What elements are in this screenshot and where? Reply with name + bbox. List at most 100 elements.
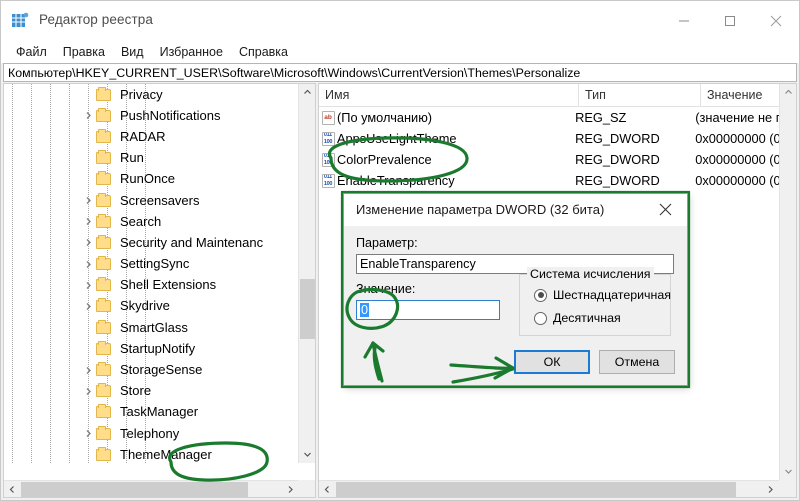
tree-item-startupnotify[interactable]: StartupNotify (4, 338, 299, 359)
tree-item-radar[interactable]: RADAR (4, 126, 299, 147)
folder-icon (96, 171, 113, 186)
value-row[interactable]: ab(По умолчанию) REG_SZ (значение не при (319, 107, 779, 128)
tree-item-taskmanager[interactable]: TaskManager (4, 402, 299, 423)
close-icon[interactable] (753, 1, 799, 41)
chevron-right-icon[interactable] (80, 383, 96, 399)
scroll-left-icon[interactable] (4, 481, 21, 498)
chevron-placeholder (80, 341, 96, 357)
folder-icon (96, 86, 113, 102)
tree-horizontal-scrollbar[interactable] (4, 480, 299, 497)
tree-item-run[interactable]: Run (4, 148, 299, 169)
column-header-name[interactable]: Имя (319, 84, 579, 107)
value-input[interactable]: 0 (356, 300, 500, 320)
value-type: REG_DWORD (575, 152, 660, 167)
folder-icon (96, 213, 113, 229)
address-bar[interactable]: Компьютер\HKEY_CURRENT_USER\Software\Mic… (3, 63, 797, 82)
menu-file[interactable]: Файл (8, 43, 55, 61)
tree-vertical-scrollbar[interactable] (298, 84, 315, 463)
values-scroll-up-icon[interactable] (780, 84, 796, 101)
values-vertical-scrollbar[interactable] (779, 84, 796, 480)
value-name: ColorPrevalence (337, 152, 432, 167)
radio-decimal-label: Десятичная (553, 311, 621, 325)
folder-icon (96, 298, 113, 313)
tree-hscroll-thumb[interactable] (21, 481, 248, 497)
scroll-up-icon[interactable] (299, 84, 315, 101)
chevron-right-icon[interactable] (80, 214, 96, 230)
column-header-value[interactable]: Значение (701, 84, 779, 107)
maximize-button[interactable] (707, 1, 753, 41)
value-input-text: 0 (360, 303, 370, 317)
tree-item-store[interactable]: Store (4, 381, 299, 402)
registry-tree[interactable]: Privacy PushNotifications RADAR Run RunOnce S… (4, 84, 299, 463)
tree-item-runonce[interactable]: RunOnce (4, 169, 299, 190)
value-type: REG_SZ (575, 110, 627, 125)
chevron-placeholder (80, 129, 96, 145)
values-scroll-down-icon[interactable] (780, 463, 796, 480)
chevron-right-icon[interactable] (80, 298, 96, 314)
tree-item-label: Screensavers (120, 192, 200, 208)
string-value-icon: ab (321, 110, 335, 125)
value-row[interactable]: 011 100 EnableTransparency REG_DWORD 0x00000… (319, 170, 779, 191)
values-horizontal-scrollbar[interactable] (319, 480, 779, 497)
menu-edit[interactable]: Правка (55, 43, 113, 61)
chevron-placeholder (80, 320, 96, 336)
chevron-placeholder (80, 404, 96, 420)
value-type: REG_DWORD (575, 131, 660, 146)
registry-editor-window: Редактор реестра Файл Правка Вид Избранн… (0, 0, 800, 501)
tree-item-label: SettingSync (120, 256, 190, 272)
radio-hexadecimal[interactable]: Шестнадцатеричная (534, 288, 671, 302)
tree-item-label: Run (120, 150, 144, 166)
scroll-down-icon[interactable] (299, 446, 315, 463)
chevron-right-icon[interactable] (80, 256, 96, 272)
tree-item-label: Search (120, 213, 162, 229)
minimize-button[interactable] (661, 1, 707, 41)
values-list[interactable]: ab(По умолчанию) REG_SZ (значение не при 01… (319, 107, 779, 191)
tree-item-settingsync[interactable]: SettingSync (4, 254, 299, 275)
tree-item-shell-extensions[interactable]: Shell Extensions (4, 275, 299, 296)
values-scroll-left-icon[interactable] (319, 481, 336, 498)
folder-icon (96, 256, 113, 271)
chevron-right-icon[interactable] (80, 426, 96, 442)
dialog-close-icon[interactable] (643, 194, 687, 225)
values-hscroll-thumb[interactable] (336, 481, 736, 497)
chevron-right-icon[interactable] (80, 193, 96, 209)
registry-editor-icon (12, 12, 29, 29)
cancel-button[interactable]: Отмена (599, 350, 675, 374)
value-row[interactable]: 011 100 ColorPrevalence REG_DWORD 0x00000000… (319, 149, 779, 170)
column-header-type[interactable]: Тип (579, 84, 701, 107)
menu-help[interactable]: Справка (231, 43, 296, 61)
chevron-right-icon[interactable] (80, 277, 96, 293)
chevron-right-icon[interactable] (80, 108, 96, 124)
tree-item-telephony[interactable]: Telephony (4, 423, 299, 444)
value-data: (значение не при (695, 110, 779, 125)
ok-button[interactable]: ОК (514, 350, 590, 374)
tree-item-thememanager[interactable]: ThemeManager (4, 444, 299, 463)
values-scroll-corner (779, 480, 796, 497)
tree-item-skydrive[interactable]: Skydrive (4, 296, 299, 317)
tree-item-label: StartupNotify (120, 340, 196, 356)
radio-decimal[interactable]: Десятичная (534, 311, 621, 325)
chevron-placeholder (80, 150, 96, 166)
menu-favorites[interactable]: Избранное (152, 43, 231, 61)
edit-dword-dialog: Изменение параметра DWORD (32 бита) Пара… (343, 193, 688, 386)
folder-icon (96, 404, 113, 419)
tree-item-screensavers[interactable]: Screensavers (4, 190, 299, 211)
values-scroll-right-icon[interactable] (762, 481, 779, 498)
tree-item-search[interactable]: Search (4, 211, 299, 232)
tree-item-pushnotifications[interactable]: PushNotifications (4, 105, 299, 126)
folder-icon (96, 446, 113, 462)
tree-item-security-and-maintenanc[interactable]: Security and Maintenanc (4, 232, 299, 253)
tree-item-privacy[interactable]: Privacy (4, 84, 299, 105)
tree-item-storagesense[interactable]: StorageSense (4, 359, 299, 380)
value-row[interactable]: 011 100 AppsUseLightTheme REG_DWORD 0x000000… (319, 128, 779, 149)
radio-hexadecimal-icon (534, 288, 547, 302)
tree-item-smartglass[interactable]: SmartGlass (4, 317, 299, 338)
menu-view[interactable]: Вид (113, 43, 152, 61)
value-name: EnableTransparency (337, 173, 455, 188)
folder-icon (96, 425, 113, 441)
tree-scroll-thumb[interactable] (300, 279, 315, 339)
registry-tree-pane: Privacy PushNotifications RADAR Run RunOnce S… (3, 83, 316, 498)
chevron-right-icon[interactable] (80, 235, 96, 251)
chevron-right-icon[interactable] (80, 362, 96, 378)
scroll-right-icon[interactable] (282, 481, 299, 498)
